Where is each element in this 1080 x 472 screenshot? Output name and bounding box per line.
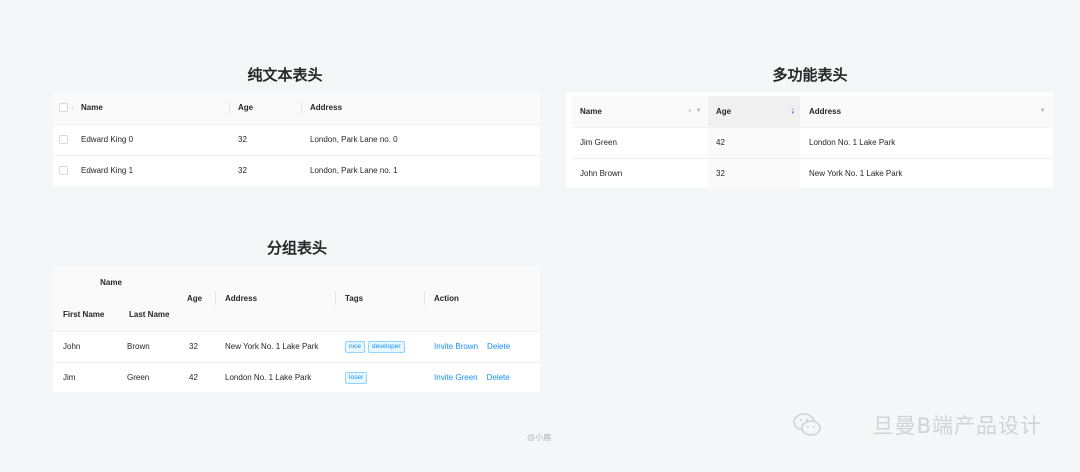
column-header-address[interactable]: Address ▼ <box>800 96 1052 127</box>
cell-action: Invite Green Delete <box>424 361 540 393</box>
column-header-name[interactable]: Name ▾ ▼ <box>572 96 708 127</box>
author-credit: @小鹿 <box>527 433 552 442</box>
column-header-action: Action <box>424 266 540 331</box>
section-title-multi: 多功能表头 <box>772 66 848 84</box>
filter-icon[interactable]: ▼ <box>695 108 702 115</box>
cell-age: 42 <box>708 126 800 158</box>
tag-nice: nice <box>345 340 365 353</box>
cell-first-name: Jim <box>53 361 117 393</box>
table-row[interactable]: Jim Green 42 London No. 1 Lake Park lose… <box>53 361 540 393</box>
cell-age: 32 <box>708 157 800 189</box>
cell-name: Edward King 0 <box>81 123 229 155</box>
cell-address: London No. 1 Lake Park <box>215 361 336 393</box>
cell-last-name: Green <box>117 361 180 393</box>
cell-last-name: Brown <box>117 330 180 362</box>
cell-tags: nice developer <box>335 330 425 362</box>
multi-header-table-card: Name ▾ ▼ Age ▴ ▾ Address ▼ Jim Green 42 … <box>566 92 1053 189</box>
row-checkbox[interactable] <box>59 135 68 145</box>
column-header-age: Age <box>179 266 216 331</box>
cell-action: Invite Brown Delete <box>424 330 540 362</box>
multi-header-table: Name ▾ ▼ Age ▴ ▾ Address ▼ Jim Green 42 … <box>572 96 1052 189</box>
wechat-icon <box>793 413 821 436</box>
cell-address: London No. 1 Lake Park <box>800 126 1052 158</box>
cell-age: 32 <box>229 123 301 155</box>
filter-icon[interactable]: ▼ <box>1039 108 1046 115</box>
delete-link[interactable]: Delete <box>487 342 510 351</box>
grouped-header-table-card: Name Age Address Tags Action First Name … <box>53 266 540 393</box>
table-row[interactable]: Edward King 1 32 London, Park Lane no. 1 <box>53 154 540 186</box>
plain-header-table-card: ⌄ Name Age Address Edward King 0 32 Lond… <box>53 92 540 186</box>
table-row[interactable]: Edward King 0 32 London, Park Lane no. 0 <box>53 123 540 155</box>
tag-developer: developer <box>367 340 405 353</box>
tag-loser: loser <box>345 371 368 384</box>
invite-link[interactable]: Invite Green <box>434 373 478 382</box>
select-all-checkbox[interactable] <box>59 103 68 113</box>
cell-tags: loser <box>335 361 425 393</box>
cell-address: London, Park Lane no. 1 <box>301 154 540 186</box>
column-header-last-name: Last Name <box>117 299 180 331</box>
select-all-cell[interactable]: ⌄ <box>53 92 81 124</box>
plain-header-table: ⌄ Name Age Address Edward King 0 32 Lond… <box>53 92 540 186</box>
column-header-address: Address <box>215 266 336 331</box>
cell-address: London, Park Lane no. 0 <box>301 123 540 155</box>
column-header-age[interactable]: Age ▴ ▾ <box>708 96 800 127</box>
cell-first-name: John <box>53 330 117 362</box>
column-header-first-name: First Name <box>53 299 117 331</box>
column-header-tags: Tags <box>335 266 425 331</box>
table-row[interactable]: John Brown 32 New York No. 1 Lake Park <box>572 157 1052 189</box>
cell-name: Jim Green <box>572 126 708 158</box>
table-row[interactable]: John Brown 32 New York No. 1 Lake Park n… <box>53 330 540 362</box>
column-header-name: Name <box>81 92 229 124</box>
column-header-address: Address <box>301 92 540 124</box>
cell-name: Edward King 1 <box>81 154 229 186</box>
watermark-text: 旦曼B端产品设计 <box>872 414 1042 438</box>
chevron-down-icon[interactable]: ⌄ <box>70 104 75 111</box>
cell-address: New York No. 1 Lake Park <box>215 330 336 362</box>
invite-link[interactable]: Invite Brown <box>434 342 478 351</box>
group-header-name: Name <box>53 266 180 299</box>
sort-icon[interactable]: ▾ <box>689 109 692 114</box>
row-checkbox[interactable] <box>59 166 68 176</box>
sort-icon[interactable]: ▴ ▾ <box>791 107 794 116</box>
cell-name: John Brown <box>572 157 708 189</box>
section-title-grouped: 分组表头 <box>266 239 327 257</box>
cell-age: 42 <box>179 361 216 393</box>
column-header-age: Age <box>229 92 301 124</box>
cell-age: 32 <box>179 330 216 362</box>
cell-address: New York No. 1 Lake Park <box>800 157 1052 189</box>
grouped-header-table: Name Age Address Tags Action First Name … <box>53 266 540 393</box>
section-title-plain: 纯文本表头 <box>247 66 323 84</box>
table-row[interactable]: Jim Green 42 London No. 1 Lake Park <box>572 126 1052 158</box>
cell-age: 32 <box>229 154 301 186</box>
delete-link[interactable]: Delete <box>487 373 510 382</box>
